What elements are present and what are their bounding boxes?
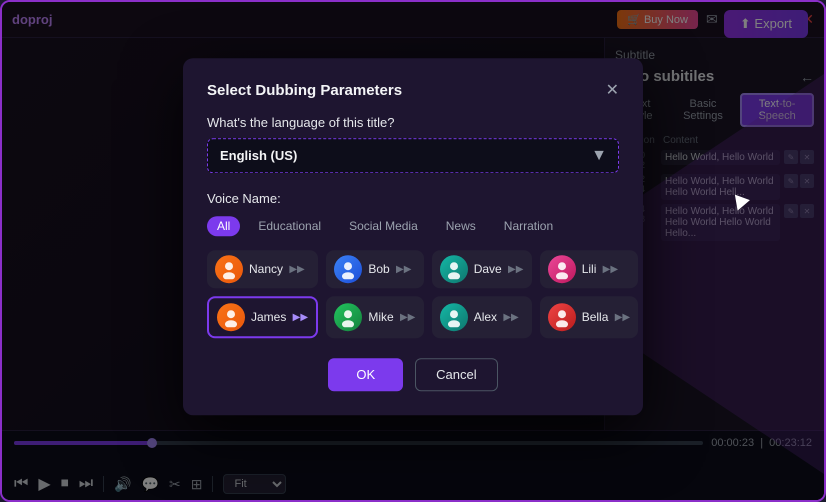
voice-item-bella[interactable]: Bella ▶▶ [540, 296, 639, 338]
language-question-label: What's the language of this title? [207, 115, 619, 130]
voice-name-dave: Dave [474, 262, 502, 276]
voice-item-james[interactable]: James ▶▶ [207, 296, 318, 338]
voice-name-nancy: Nancy [249, 262, 283, 276]
voice-item-dave[interactable]: Dave ▶▶ [432, 250, 532, 288]
voice-name-label: Voice Name: [207, 191, 619, 206]
dialog-header: Select Dubbing Parameters ✕ [207, 82, 619, 99]
filter-all[interactable]: All [207, 216, 240, 236]
voice-name-lili: Lili [582, 262, 597, 276]
voice-avatar-mike [334, 303, 362, 331]
voice-grid: Nancy ▶▶ Bob ▶▶ Dave ▶▶ [207, 250, 619, 338]
voice-avatar-lili [548, 255, 576, 283]
voice-play-bella[interactable]: ▶▶ [614, 309, 630, 325]
voice-avatar-james [217, 303, 245, 331]
voice-name-bella: Bella [582, 310, 609, 324]
voice-play-nancy[interactable]: ▶▶ [289, 261, 305, 277]
voice-play-james[interactable]: ▶▶ [292, 309, 308, 325]
language-select[interactable]: English (US) English (UK) Spanish French… [207, 138, 619, 173]
ok-button[interactable]: OK [328, 358, 403, 391]
app-container: doproj 🛒 Buy Now ✉ ↺ 👤 | ⊡ ✕ ⬆ Export Su… [0, 0, 826, 502]
voice-avatar-dave [440, 255, 468, 283]
voice-item-alex[interactable]: Alex ▶▶ [432, 296, 532, 338]
dialog-title: Select Dubbing Parameters [207, 82, 402, 99]
voice-item-lili[interactable]: Lili ▶▶ [540, 250, 639, 288]
voice-avatar-nancy [215, 255, 243, 283]
dialog-actions: OK Cancel [207, 358, 619, 391]
language-select-wrapper: English (US) English (UK) Spanish French… [207, 138, 619, 173]
cancel-button[interactable]: Cancel [415, 358, 497, 391]
voice-name-bob: Bob [368, 262, 389, 276]
voice-play-mike[interactable]: ▶▶ [400, 309, 416, 325]
filter-social-media[interactable]: Social Media [339, 216, 428, 236]
filter-narration[interactable]: Narration [494, 216, 563, 236]
voice-filter-tabs: All Educational Social Media News Narrat… [207, 216, 619, 236]
voice-avatar-bob [334, 255, 362, 283]
voice-name-alex: Alex [474, 310, 497, 324]
dialog-close-button[interactable]: ✕ [606, 83, 619, 99]
voice-item-nancy[interactable]: Nancy ▶▶ [207, 250, 318, 288]
voice-name-mike: Mike [368, 310, 393, 324]
voice-play-bob[interactable]: ▶▶ [396, 261, 412, 277]
voice-avatar-alex [440, 303, 468, 331]
dubbing-dialog: Select Dubbing Parameters ✕ What's the l… [183, 58, 643, 415]
voice-play-dave[interactable]: ▶▶ [508, 261, 524, 277]
filter-news[interactable]: News [436, 216, 486, 236]
voice-item-bob[interactable]: Bob ▶▶ [326, 250, 423, 288]
voice-item-mike[interactable]: Mike ▶▶ [326, 296, 423, 338]
voice-play-lili[interactable]: ▶▶ [602, 261, 618, 277]
voice-play-alex[interactable]: ▶▶ [503, 309, 519, 325]
voice-name-james: James [251, 310, 286, 324]
filter-educational[interactable]: Educational [248, 216, 331, 236]
voice-avatar-bella [548, 303, 576, 331]
